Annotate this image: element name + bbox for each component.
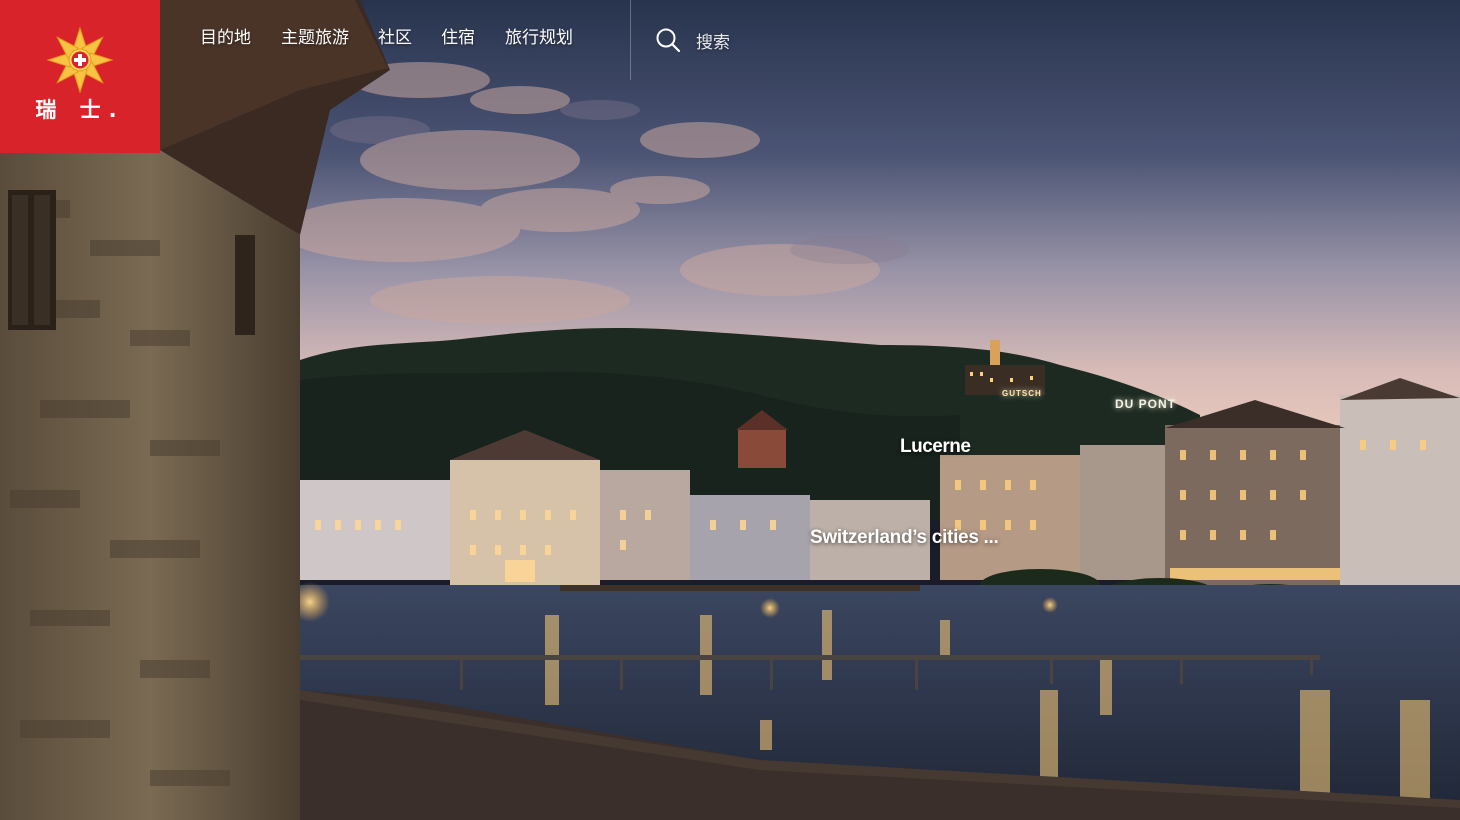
search-button[interactable]: 搜索: [655, 26, 730, 54]
nav-item-themed-travel[interactable]: 主题旅游: [281, 26, 349, 52]
edelweiss-swiss-cross-icon: [46, 26, 114, 94]
nav-item-accommodation[interactable]: 住宿: [441, 26, 475, 52]
search-icon: [656, 28, 681, 53]
hill-sign-dupont: DU PONT: [1115, 397, 1176, 411]
main-nav: 目的地 主题旅游 社区 住宿 旅行规划: [200, 26, 603, 52]
nav-item-destinations[interactable]: 目的地: [200, 26, 251, 52]
hero-background: [0, 0, 1460, 820]
hero-city-caption: Lucerne: [900, 436, 971, 457]
nav-divider: [630, 0, 631, 80]
hill-sign-gutsch: GUTSCH: [1002, 389, 1042, 398]
brand-name: 瑞 士.: [35, 98, 125, 122]
hero-video: GUTSCH DU PONT Lucerne Switzerland’s cit…: [0, 0, 1460, 820]
hero-tagline: Switzerland’s cities ...: [810, 527, 999, 548]
nav-item-community[interactable]: 社区: [378, 26, 412, 52]
search-label: 搜索: [696, 32, 730, 53]
nav-item-trip-planning[interactable]: 旅行规划: [505, 26, 573, 52]
brand-logo-link[interactable]: 瑞 士.: [0, 0, 160, 153]
